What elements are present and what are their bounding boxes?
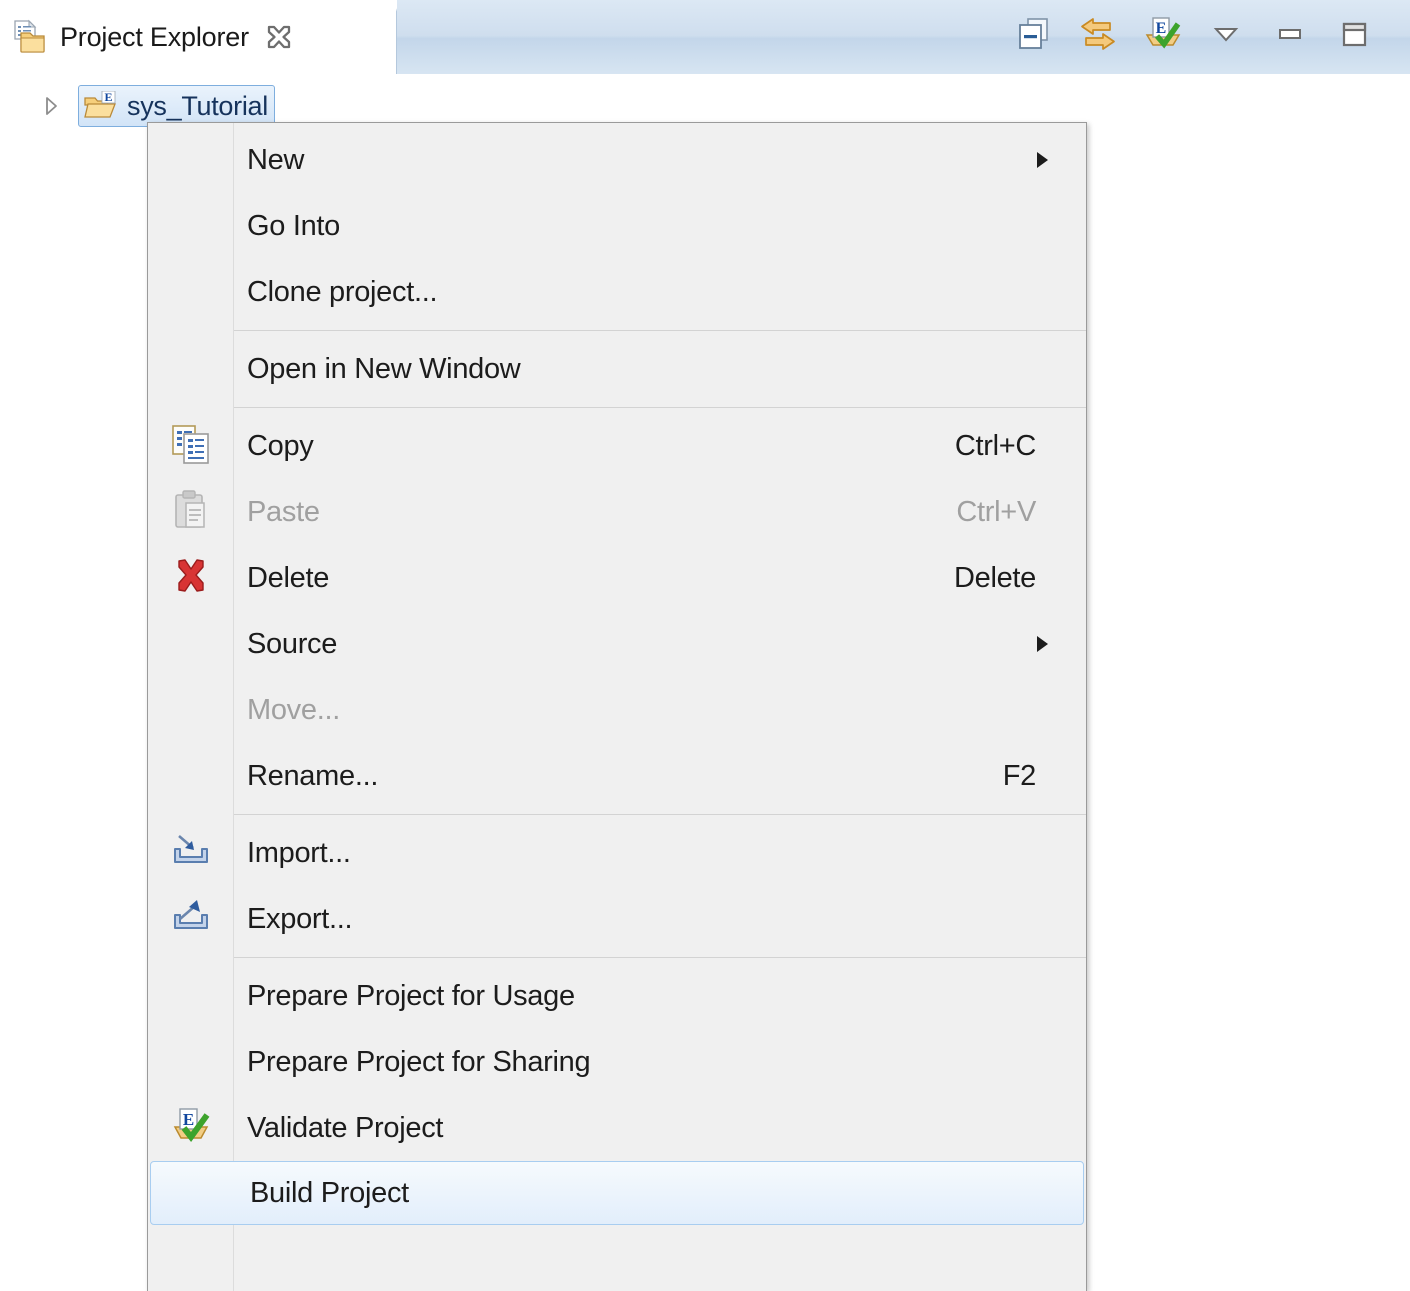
close-icon[interactable]	[265, 23, 293, 51]
menu-item-label: Build Project	[250, 1177, 409, 1210]
menu-item-new[interactable]: New	[148, 127, 1086, 193]
menu-separator	[148, 325, 1086, 336]
menu-item-accelerator: Delete	[954, 562, 1036, 595]
menu-item-move: Move...	[148, 677, 1086, 743]
menu-item-label: Delete	[247, 562, 329, 595]
menu-item-label: Prepare Project for Sharing	[247, 1046, 590, 1079]
view-menu-button[interactable]	[1194, 6, 1258, 62]
menu-separator	[148, 402, 1086, 413]
tab-title: Project Explorer	[60, 22, 249, 53]
menu-item-label: Rename...	[247, 760, 378, 793]
menu-item-clone-project[interactable]: Clone project...	[148, 259, 1086, 325]
menu-separator	[148, 809, 1086, 820]
menu-item-label: Source	[247, 628, 337, 661]
menu-item-copy[interactable]: Copy Ctrl+C	[148, 413, 1086, 479]
menu-item-label: Copy	[247, 430, 314, 463]
menu-item-import[interactable]: Import...	[148, 820, 1086, 886]
chevron-right-icon[interactable]	[38, 93, 64, 119]
menu-separator	[148, 952, 1086, 963]
menu-item-icon-slot	[148, 336, 233, 402]
menu-item-go-into[interactable]: Go Into	[148, 193, 1086, 259]
validate-button[interactable]: E	[1130, 6, 1194, 62]
menu-item-label: Clone project...	[247, 276, 437, 309]
menu-item-build-project[interactable]: Build Project	[150, 1161, 1084, 1225]
menu-item-icon-slot	[148, 886, 233, 952]
menu-item-label: Import...	[247, 837, 351, 870]
menu-item-accelerator: F2	[1003, 760, 1036, 793]
menu-item-icon-slot	[148, 1029, 233, 1095]
menu-item-validate-project[interactable]: E Validate Project	[148, 1095, 1086, 1161]
menu-item-icon-slot	[148, 479, 233, 545]
menu-item-rename[interactable]: Rename... F2	[148, 743, 1086, 809]
collapse-all-icon	[1014, 14, 1054, 54]
menu-item-icon-slot	[148, 677, 233, 743]
menu-item-export[interactable]: Export...	[148, 886, 1086, 952]
validate-icon: E	[1141, 13, 1183, 55]
menu-item-label: Export...	[247, 903, 352, 936]
import-icon	[169, 829, 213, 878]
link-with-editor-button[interactable]	[1066, 6, 1130, 62]
menu-item-prepare-project-for-sharing[interactable]: Prepare Project for Sharing	[148, 1029, 1086, 1095]
tree-item-project[interactable]: E sys_Tutorial	[78, 85, 275, 127]
menu-item-label: Prepare Project for Usage	[247, 980, 575, 1013]
submenu-arrow-icon	[1037, 636, 1048, 652]
menu-item-source[interactable]: Source	[148, 611, 1086, 677]
submenu-arrow-icon	[1037, 152, 1048, 168]
menu-item-open-in-new-window[interactable]: Open in New Window	[148, 336, 1086, 402]
menu-item-icon-slot	[148, 127, 233, 193]
menu-item-icon-slot	[148, 545, 233, 611]
validate-icon: E	[169, 1104, 213, 1153]
context-menu: New Go Into Clone project... Open in New…	[147, 122, 1087, 1291]
menu-item-label: New	[247, 144, 304, 177]
menu-item-icon-slot	[148, 743, 233, 809]
menu-item-icon-slot	[151, 1162, 236, 1224]
svg-text:E: E	[1156, 20, 1167, 37]
menu-item-icon-slot	[148, 963, 233, 1029]
menu-item-prepare-project-for-usage[interactable]: Prepare Project for Usage	[148, 963, 1086, 1029]
chevron-down-icon	[1208, 16, 1244, 52]
view-header: Project Explorer	[0, 0, 1410, 74]
menu-item-accelerator: Ctrl+V	[956, 496, 1036, 529]
maximize-icon	[1336, 16, 1372, 52]
minimize-button[interactable]	[1258, 6, 1322, 62]
menu-item-label: Open in New Window	[247, 353, 520, 386]
maximize-button[interactable]	[1322, 6, 1386, 62]
menu-item-icon-slot	[148, 413, 233, 479]
link-with-editor-icon	[1077, 13, 1119, 55]
menu-item-icon-slot	[148, 193, 233, 259]
tab-project-explorer[interactable]: Project Explorer	[0, 0, 397, 74]
export-icon	[169, 895, 213, 944]
menu-item-icon-slot	[148, 259, 233, 325]
menu-item-label: Validate Project	[247, 1112, 443, 1145]
menu-item-label: Paste	[247, 496, 320, 529]
menu-item-icon-slot	[148, 820, 233, 886]
menu-item-accelerator: Ctrl+C	[955, 430, 1036, 463]
menu-item-icon-slot	[148, 611, 233, 677]
view-toolbar: E	[1002, 0, 1386, 68]
project-explorer-icon	[11, 19, 47, 55]
svg-text:E: E	[182, 1110, 193, 1129]
project-folder-icon: E	[83, 91, 117, 121]
minimize-icon	[1272, 16, 1308, 52]
menu-body: New Go Into Clone project... Open in New…	[148, 127, 1086, 1225]
copy-icon	[169, 422, 213, 471]
menu-item-delete[interactable]: Delete Delete	[148, 545, 1086, 611]
collapse-all-button[interactable]	[1002, 6, 1066, 62]
tree-item-label: sys_Tutorial	[127, 91, 268, 122]
menu-item-label: Go Into	[247, 210, 340, 243]
paste-icon	[169, 488, 213, 537]
delete-icon	[169, 554, 213, 603]
menu-item-paste: Paste Ctrl+V	[148, 479, 1086, 545]
menu-item-label: Move...	[247, 694, 340, 727]
menu-item-icon-slot: E	[148, 1095, 233, 1161]
svg-text:E: E	[104, 91, 112, 104]
